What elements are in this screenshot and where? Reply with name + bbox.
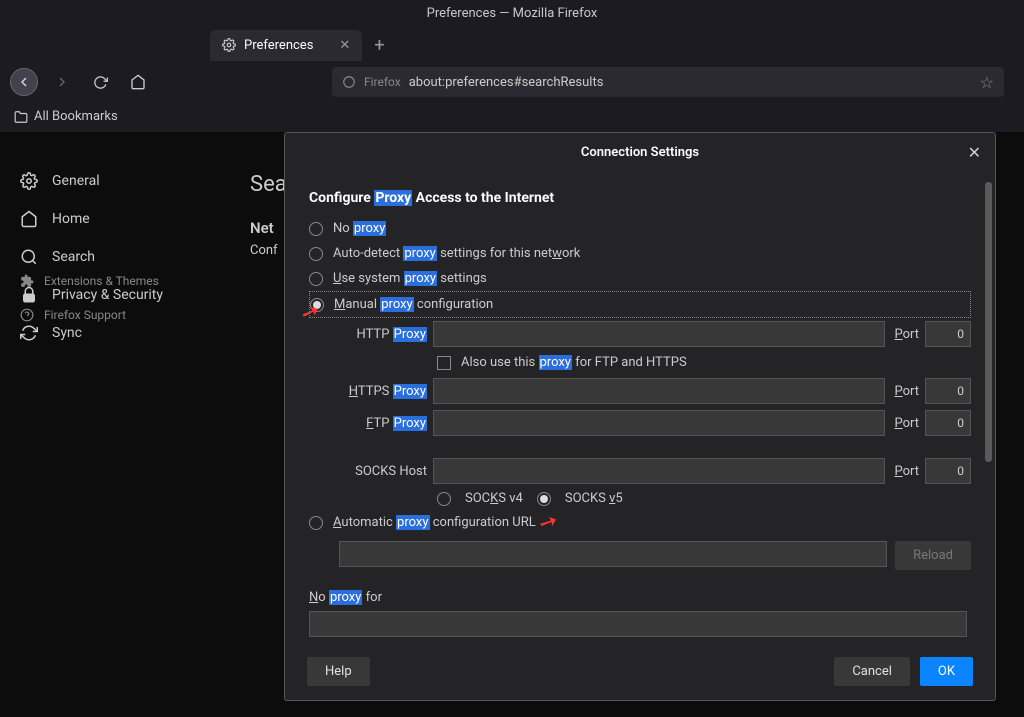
autoconfig-url-input[interactable]	[339, 541, 887, 567]
scrollbar-thumb[interactable]	[985, 182, 992, 462]
home-icon	[20, 210, 38, 228]
also-use-checkbox-row[interactable]: Also use this proxy for FTP and HTTPS	[309, 350, 971, 375]
https-proxy-input[interactable]	[433, 378, 885, 404]
forward-button[interactable]	[48, 68, 76, 96]
bookmarks-label[interactable]: All Bookmarks	[34, 109, 118, 124]
preferences-sidebar: General Home Search Privacy & Security S…	[0, 132, 250, 352]
gear-icon	[222, 38, 236, 52]
socks-host-row: SOCKS Host Port	[309, 455, 971, 487]
modal-footer: Help Cancel OK	[285, 643, 995, 700]
radio-icon	[309, 272, 323, 286]
socks-host-input[interactable]	[433, 458, 885, 484]
radio-icon	[309, 516, 323, 530]
https-port-input[interactable]	[925, 378, 971, 404]
back-button[interactable]	[10, 68, 38, 96]
radio-auto-detect[interactable]: Auto-detect proxy settings for this netw…	[309, 241, 971, 266]
url-prefix: Firefox	[364, 75, 401, 89]
section-heading: Configure Proxy Access to the Internet	[309, 190, 971, 206]
radio-label: Automatic proxy configuration URL	[333, 515, 536, 530]
radio-system-proxy[interactable]: Use system proxy settings	[309, 266, 971, 291]
radio-socks-v5[interactable]	[537, 492, 551, 506]
http-proxy-input[interactable]	[433, 321, 885, 347]
checkbox-label: Also use this proxy for FTP and HTTPS	[461, 355, 687, 370]
home-button[interactable]	[124, 68, 152, 96]
no-proxy-for-row: No proxy for	[309, 576, 971, 637]
radio-icon	[309, 247, 323, 261]
sidebar-item-label: Home	[52, 211, 90, 227]
http-proxy-row: HTTP Proxy Port	[309, 318, 971, 350]
connection-settings-modal: Connection Settings ✕ Configure Proxy Ac…	[284, 132, 996, 701]
content-background: Sea Net Conf	[250, 132, 287, 258]
sidebar-item-home[interactable]: Home	[20, 200, 230, 238]
field-label: FTP Proxy	[337, 416, 427, 431]
radio-auto-config-url[interactable]: Automatic proxy configuration URL	[309, 510, 971, 535]
field-label: No proxy for	[309, 590, 382, 605]
radio-label: SOCKS v5	[565, 491, 623, 506]
ftp-proxy-row: FTP Proxy Port	[309, 407, 971, 439]
new-tab-button[interactable]: +	[374, 35, 384, 56]
https-proxy-row: HTTPS Proxy Port	[309, 375, 971, 407]
tab-bar: Preferences ✕ +	[0, 27, 1024, 63]
tab-label: Preferences	[244, 38, 313, 53]
bookmark-star-icon[interactable]: ☆	[980, 73, 994, 92]
autoconfig-url-row: Reload	[309, 535, 971, 576]
radio-icon	[310, 298, 324, 312]
radio-label: Auto-detect proxy settings for this netw…	[333, 246, 580, 261]
no-proxy-for-input[interactable]	[309, 611, 967, 637]
scrollbar[interactable]	[985, 182, 992, 633]
sidebar-item-label: Extensions & Themes	[44, 274, 159, 288]
section-text: Conf	[250, 237, 287, 258]
radio-manual-proxy[interactable]: Manual proxy configuration	[309, 291, 971, 318]
reload-button[interactable]: Reload	[895, 541, 971, 570]
section-head: Net	[250, 197, 287, 237]
ftp-proxy-input[interactable]	[433, 410, 885, 436]
socks-port-input[interactable]	[925, 458, 971, 484]
bookmarks-bar: All Bookmarks	[0, 101, 1024, 132]
nav-toolbar: Firefox about:preferences#searchResults …	[0, 63, 1024, 101]
socks-version-row: SOCKS v4 SOCKS v5	[309, 487, 971, 510]
modal-title: Connection Settings	[581, 145, 699, 160]
sidebar-item-general[interactable]: General	[20, 162, 230, 200]
port-label: Port	[891, 464, 919, 479]
modal-body: Configure Proxy Access to the Internet N…	[285, 172, 995, 643]
close-icon[interactable]: ✕	[968, 143, 981, 162]
field-label: SOCKS Host	[337, 464, 427, 479]
sidebar-item-label: Search	[52, 249, 95, 265]
radio-label: No proxy	[333, 221, 386, 236]
http-port-input[interactable]	[925, 321, 971, 347]
page-title: Sea	[250, 172, 287, 197]
url-text: about:preferences#searchResults	[409, 75, 604, 90]
port-label: Port	[891, 416, 919, 431]
ftp-port-input[interactable]	[925, 410, 971, 436]
ok-button[interactable]: OK	[920, 657, 973, 686]
close-tab-icon[interactable]: ✕	[339, 38, 350, 53]
window-title: Preferences — Mozilla Firefox	[0, 0, 1024, 27]
help-icon	[20, 308, 34, 322]
gear-icon	[20, 172, 38, 190]
radio-icon	[309, 222, 323, 236]
url-bar[interactable]: Firefox about:preferences#searchResults …	[332, 67, 1004, 97]
cancel-button[interactable]: Cancel	[834, 657, 910, 686]
modal-header: Connection Settings ✕	[285, 133, 995, 172]
radio-label: Use system proxy settings	[333, 271, 487, 286]
firefox-icon	[342, 75, 356, 89]
sidebar-item-label: General	[52, 173, 100, 189]
port-label: Port	[891, 327, 919, 342]
sidebar-item-label: Firefox Support	[44, 308, 126, 322]
checkbox-icon	[437, 356, 451, 370]
radio-no-proxy[interactable]: No proxy	[309, 216, 971, 241]
field-label: HTTP Proxy	[337, 327, 427, 342]
help-button[interactable]: Help	[307, 657, 370, 686]
tab-preferences[interactable]: Preferences ✕	[210, 30, 362, 61]
radio-socks-v4[interactable]	[437, 492, 451, 506]
field-label: HTTPS Proxy	[337, 384, 427, 399]
puzzle-icon	[20, 274, 34, 288]
reload-button[interactable]	[86, 68, 114, 96]
port-label: Port	[891, 384, 919, 399]
folder-icon	[14, 110, 28, 124]
radio-label: SOCKS v4	[465, 491, 523, 506]
radio-label: Manual proxy configuration	[334, 297, 493, 312]
sidebar-item-support[interactable]: Firefox Support	[20, 298, 159, 332]
sidebar-item-extensions[interactable]: Extensions & Themes	[20, 264, 159, 298]
